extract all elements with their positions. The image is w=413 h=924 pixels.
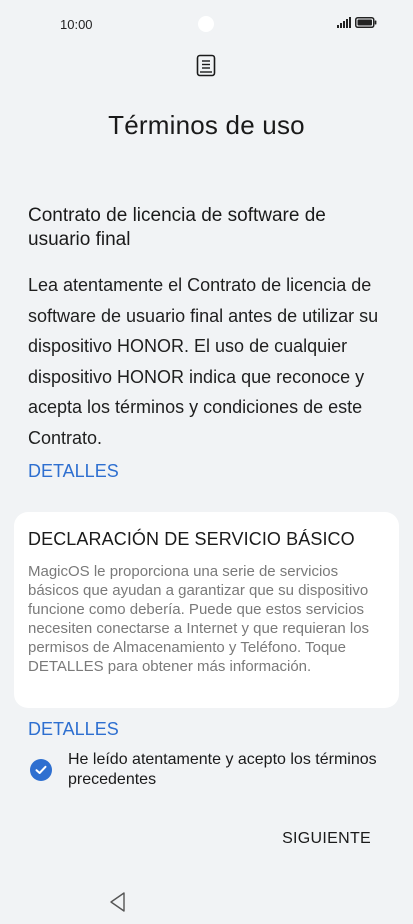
service-card-title: DECLARACIÓN DE SERVICIO BÁSICO xyxy=(28,529,355,549)
eula-details-link[interactable]: DETALLES xyxy=(28,461,119,482)
page-title: Términos de uso xyxy=(108,110,305,140)
check-icon xyxy=(35,765,47,774)
service-card-body: MagicOS le proporciona una serie de serv… xyxy=(28,563,370,675)
eula-body: Lea atentamente el Contrato de licencia … xyxy=(28,275,379,448)
next-button[interactable]: SIGUIENTE xyxy=(282,830,371,848)
service-details-link[interactable]: DETALLES xyxy=(28,719,119,740)
agreement-label: He leído atentamente y acepto los términ… xyxy=(68,751,377,788)
agreement-checkbox[interactable] xyxy=(30,759,52,781)
document-icon xyxy=(196,54,216,77)
status-time: 10:00 xyxy=(60,17,93,32)
status-icons xyxy=(337,17,377,28)
front-camera xyxy=(198,16,214,32)
status-bar: 10:00 xyxy=(0,0,413,50)
eula-heading: Contrato de licencia de software de usua… xyxy=(28,205,326,250)
service-declaration-card: DECLARACIÓN DE SERVICIO BÁSICO MagicOS l… xyxy=(14,512,399,708)
back-triangle-icon[interactable] xyxy=(108,891,128,913)
battery-icon xyxy=(355,17,377,28)
signal-icon xyxy=(337,17,351,28)
